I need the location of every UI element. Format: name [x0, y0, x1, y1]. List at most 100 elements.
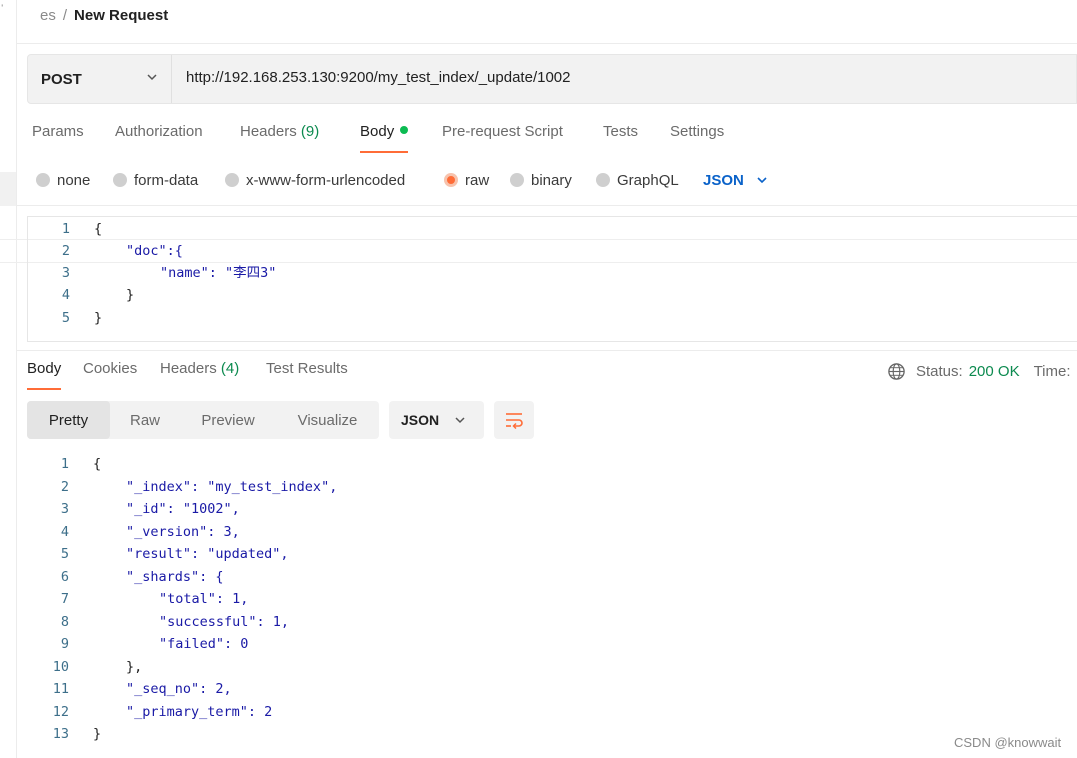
- url-input[interactable]: http://192.168.253.130:9200/my_test_inde…: [186, 69, 570, 86]
- radio-raw[interactable]: raw: [444, 169, 489, 191]
- code-line: 12 "_primary_term": 2: [27, 701, 1077, 724]
- code-line: 3 "_id": "1002",: [27, 498, 1077, 521]
- tab-authorization-label: Authorization: [115, 123, 203, 140]
- time-label[interactable]: Time:: [1034, 363, 1071, 380]
- tab-cookies[interactable]: Cookies: [83, 360, 137, 377]
- code-text: "doc":{: [126, 243, 183, 259]
- radio-button-selected: [444, 173, 458, 187]
- radio-raw-label: raw: [465, 171, 490, 189]
- code-line: 9 "failed": 0: [27, 633, 1077, 656]
- code-text: "name": "李四3": [160, 265, 277, 281]
- radio-urlencoded-label: x-www-form-urlencoded: [246, 171, 406, 189]
- line-number: 12: [52, 703, 69, 720]
- globe-icon[interactable]: [887, 362, 906, 381]
- view-preview[interactable]: Preview: [180, 401, 276, 439]
- method-select[interactable]: POST: [28, 55, 172, 103]
- tab-headers[interactable]: Headers (9): [240, 123, 319, 140]
- body-format-select[interactable]: JSON: [703, 169, 768, 191]
- line-number: 4: [60, 523, 69, 540]
- line-number: 5: [60, 546, 69, 562]
- code-line: 4 "_version": 3,: [27, 521, 1077, 544]
- tab-test-results[interactable]: Test Results: [266, 360, 348, 377]
- line-number: 4: [61, 287, 70, 303]
- radio-graphql[interactable]: GraphQL: [596, 169, 679, 191]
- response-format-label: JSON: [401, 412, 440, 428]
- tab-params[interactable]: Params: [32, 123, 84, 140]
- status-value[interactable]: 200 OK: [969, 363, 1020, 380]
- left-sidebar-edge: ˈ: [0, 0, 17, 758]
- radio-graphql-label: GraphQL: [617, 171, 679, 189]
- line-number: 9: [60, 636, 69, 652]
- radio-binary[interactable]: binary: [510, 169, 572, 191]
- response-divider: [17, 350, 1077, 351]
- view-raw[interactable]: Raw: [110, 401, 180, 439]
- code-text: {: [93, 456, 102, 472]
- body-format-label: JSON: [703, 171, 744, 189]
- code-line: 5}: [28, 307, 1077, 329]
- breadcrumb-collection[interactable]: es: [40, 7, 56, 24]
- line-number: 5: [61, 310, 70, 326]
- tab-body-label: Body: [360, 123, 395, 140]
- code-text: },: [126, 658, 143, 675]
- tab-authorization[interactable]: Authorization: [115, 123, 203, 140]
- tab-settings-label: Settings: [670, 123, 725, 140]
- radio-button: [225, 173, 239, 187]
- code-line: 7 "total": 1,: [27, 588, 1077, 611]
- watermark: CSDN @knowwait: [954, 735, 1062, 750]
- active-tab-underline: [27, 388, 62, 390]
- tab-body[interactable]: Body: [360, 123, 409, 153]
- active-tab-underline: [360, 151, 409, 153]
- code-text: {: [94, 221, 103, 237]
- code-text: "_index": "my_test_index",: [126, 478, 338, 495]
- tab-headers-label: Headers: [240, 123, 297, 140]
- chevron-down-icon: [757, 177, 767, 184]
- code-text: }: [126, 287, 135, 303]
- sidebar-highlight: [0, 172, 16, 206]
- tab-test-results-label: Test Results: [266, 360, 348, 377]
- code-text: }: [94, 310, 103, 326]
- code-text: "successful": 1,: [159, 613, 290, 630]
- code-line: 3 "name": "李四3": [28, 262, 1077, 284]
- view-raw-label: Raw: [129, 411, 160, 429]
- request-body-editor[interactable]: 1{ 2 "doc":{ 3 "name": "李四3" 4} 5}: [27, 216, 1077, 342]
- code-line: 13}: [27, 723, 1077, 746]
- line-number: 11: [52, 681, 69, 697]
- breadcrumb: es / New Request: [40, 4, 168, 26]
- method-label: POST: [41, 70, 82, 88]
- tab-pre-request-label: Pre-request Script: [442, 123, 563, 140]
- tab-pre-request-script[interactable]: Pre-request Script: [442, 123, 563, 140]
- response-format-select[interactable]: JSON: [389, 401, 484, 439]
- radio-button: [596, 173, 610, 187]
- request-title[interactable]: New Request: [74, 7, 168, 24]
- radio-button: [113, 173, 127, 187]
- view-pretty[interactable]: Pretty: [27, 401, 110, 439]
- code-line: 8 "successful": 1,: [27, 611, 1077, 634]
- tab-response-headers-label: Headers: [160, 360, 217, 377]
- view-pretty-label: Pretty: [48, 411, 89, 429]
- radio-form-data[interactable]: form-data: [113, 169, 198, 191]
- code-line: 6 "_shards": {: [27, 566, 1077, 589]
- code-text: "_seq_no": 2,: [126, 681, 232, 697]
- code-text: "_shards": {: [126, 568, 224, 585]
- radio-binary-label: binary: [531, 171, 572, 189]
- tab-tests[interactable]: Tests: [603, 123, 638, 140]
- line-number: 1: [60, 456, 69, 472]
- response-body-viewer[interactable]: 1{ 2 "_index": "my_test_index", 3 "_id": "…: [27, 453, 1077, 753]
- tab-tests-label: Tests: [603, 123, 639, 140]
- radio-urlencoded[interactable]: x-www-form-urlencoded: [225, 169, 405, 191]
- code-line: 10},: [27, 656, 1077, 679]
- wrap-lines-button[interactable]: [494, 401, 534, 439]
- view-visualize[interactable]: Visualize: [276, 401, 379, 439]
- tab-settings[interactable]: Settings: [670, 123, 724, 140]
- tab-headers-count: (9): [300, 123, 320, 140]
- code-line: 4}: [28, 284, 1077, 306]
- tab-response-body-label: Body: [27, 360, 62, 377]
- code-text: "failed": 0: [159, 636, 249, 652]
- radio-none[interactable]: none: [36, 169, 90, 191]
- tab-response-headers[interactable]: Headers (4): [160, 360, 239, 377]
- radio-button: [36, 173, 50, 187]
- code-text: "result": "updated",: [126, 546, 289, 562]
- tab-response-body[interactable]: Body: [27, 360, 62, 390]
- wrap-lines-icon: [506, 413, 523, 429]
- sidebar-edge-mark: ˈ: [0, 2, 5, 17]
